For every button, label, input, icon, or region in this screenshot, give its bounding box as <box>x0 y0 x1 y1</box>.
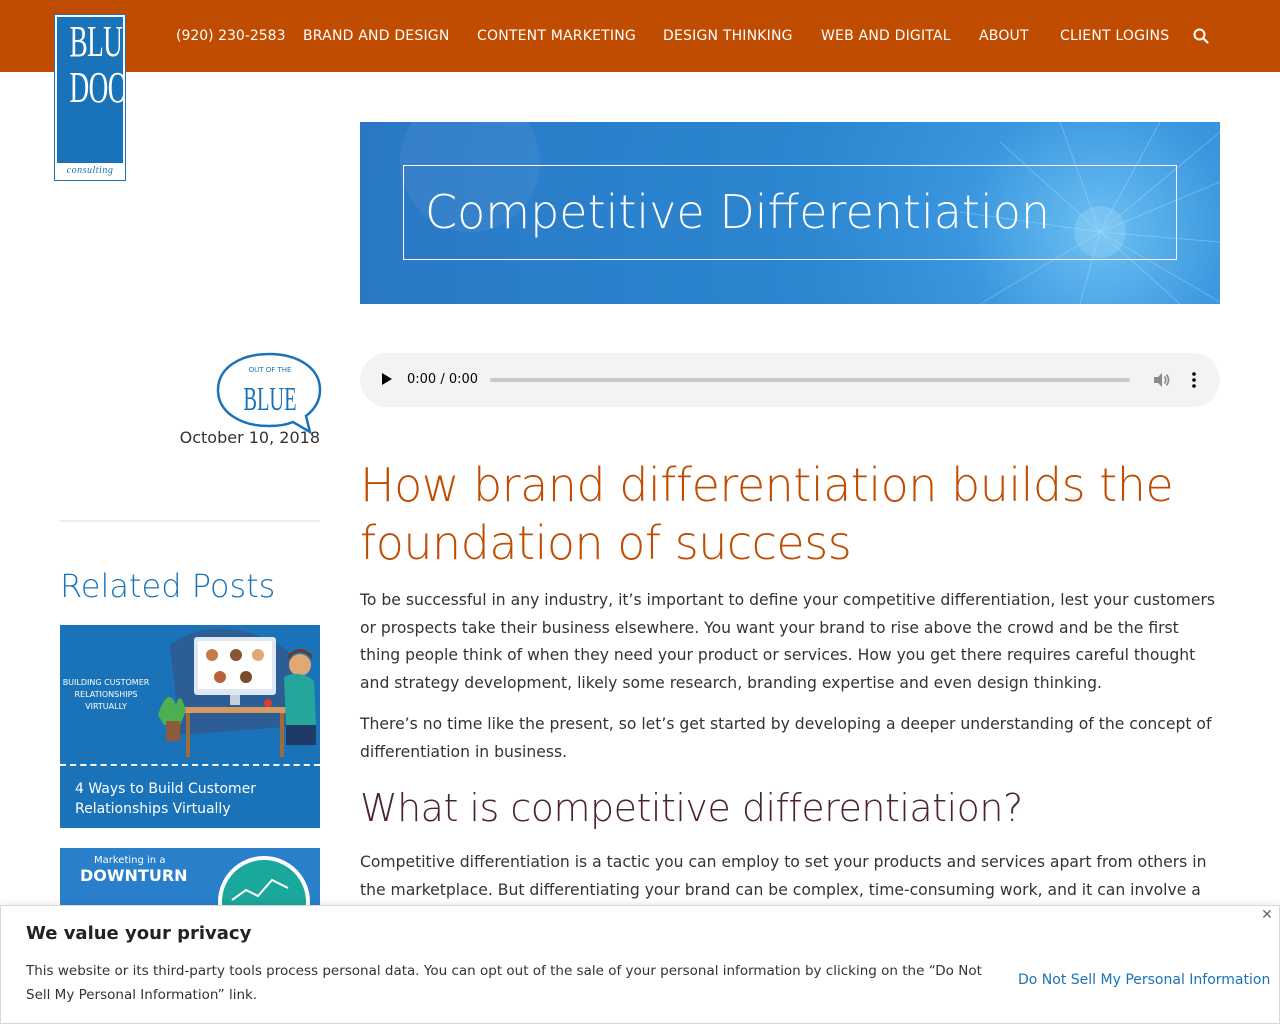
related-posts-heading: Related Posts <box>60 567 276 605</box>
badge-small-text: OUT OF THE <box>249 366 292 374</box>
hero-title-frame: Competitive Differentiation <box>403 165 1177 260</box>
post-date: October 10, 2018 <box>179 428 320 447</box>
related-post-image-big-text: DOWNTURN <box>80 866 188 885</box>
out-of-the-blue-badge: OUT OF THE BLUE <box>216 352 322 434</box>
audio-time: 0:00 / 0:00 <box>407 372 479 387</box>
top-navigation-bar: (920) 230-2583 BRAND AND DESIGN CONTENT … <box>0 0 1280 72</box>
do-not-sell-link[interactable]: Do Not Sell My Personal Information <box>1018 972 1270 988</box>
related-post-title[interactable]: 4 Ways to Build Customer Relationships V… <box>75 779 310 819</box>
related-post-card[interactable]: BUILDING CUSTOMER RELATIONSHIPS VIRTUALL… <box>60 625 320 828</box>
nav-about[interactable]: ABOUT <box>979 0 1029 72</box>
article-paragraph: To be successful in any industry, it’s i… <box>360 591 1215 692</box>
logo-tagline: consulting <box>57 163 123 178</box>
volume-icon[interactable] <box>1152 371 1170 389</box>
card-divider <box>60 764 320 766</box>
logo-word-blue: BLUE <box>69 17 123 66</box>
related-post-image-small-text: Marketing in a <box>94 855 166 866</box>
search-icon[interactable] <box>1193 28 1209 44</box>
play-icon[interactable] <box>382 373 392 385</box>
hero-banner: Competitive Differentiation <box>360 122 1220 304</box>
privacy-title: We value your privacy <box>26 923 252 944</box>
audio-player[interactable]: 0:00 / 0:00 <box>360 353 1220 407</box>
article-heading: How brand differentiation builds the fou… <box>360 458 1174 570</box>
audio-progress-track[interactable] <box>490 378 1130 382</box>
privacy-banner: We value your privacy This website or it… <box>0 905 1280 1024</box>
nav-design-thinking[interactable]: DESIGN THINKING <box>663 0 793 72</box>
privacy-text: This website or its third-party tools pr… <box>26 963 982 1003</box>
close-icon[interactable]: ✕ <box>1260 908 1274 922</box>
related-post-image-label: BUILDING CUSTOMER RELATIONSHIPS VIRTUALL… <box>62 678 150 711</box>
sidebar-divider <box>60 520 320 522</box>
video-call-illustration <box>150 625 320 760</box>
badge-big-text: BLUE <box>243 381 296 419</box>
nav-content-marketing[interactable]: CONTENT MARKETING <box>477 0 636 72</box>
nav-web-and-digital[interactable]: WEB AND DIGITAL <box>821 0 951 72</box>
logo-word-door: DOOR <box>69 63 125 112</box>
nav-client-logins[interactable]: CLIENT LOGINS <box>1060 0 1169 72</box>
article-subheading: What is competitive differentiation? <box>360 786 1023 830</box>
related-post-image: BUILDING CUSTOMER RELATIONSHIPS VIRTUALL… <box>60 625 320 760</box>
trend-chart-icon <box>231 878 296 907</box>
related-post-card[interactable]: Marketing in a DOWNTURN <box>60 848 320 908</box>
phone-number-link[interactable]: (920) 230-2583 <box>176 0 286 72</box>
blue-door-logo[interactable]: BLUE DOOR consulting <box>54 14 126 181</box>
more-options-icon[interactable] <box>1192 372 1196 388</box>
nav-brand-and-design[interactable]: BRAND AND DESIGN <box>303 0 450 72</box>
page-title: Competitive Differentiation <box>425 185 1051 239</box>
article-paragraph: There’s no time like the present, so let… <box>360 715 1212 761</box>
chart-graphic-icon <box>218 856 310 908</box>
